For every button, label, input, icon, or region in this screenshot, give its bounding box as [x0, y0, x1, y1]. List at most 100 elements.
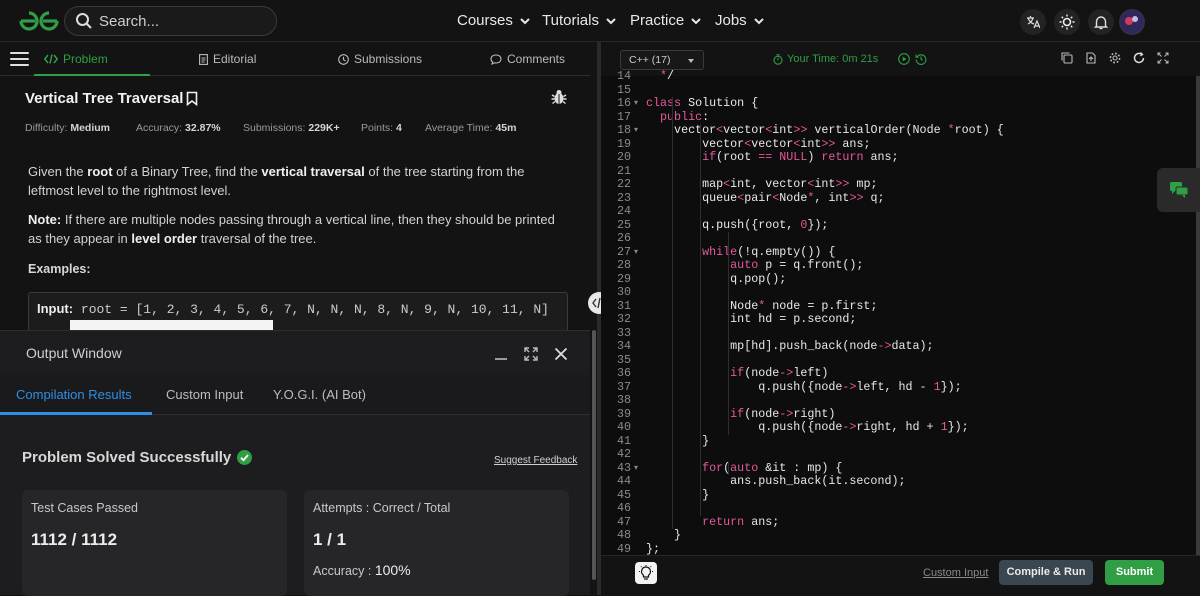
code-line[interactable]: 39 if(node->right)	[601, 407, 1200, 422]
nav-tutorials[interactable]: Tutorials	[542, 12, 617, 29]
line-number: 35	[616, 352, 631, 367]
code-line[interactable]: 31 Node* node = p.first;	[601, 299, 1200, 314]
code-line[interactable]: 32 int hd = p.second;	[601, 312, 1200, 327]
code-line[interactable]: 23 queue<pair<Node*, int>> q;	[601, 191, 1200, 206]
line-number: 48	[616, 528, 631, 542]
nav-jobs-label: Jobs	[715, 12, 747, 29]
tab-problem[interactable]: Problem	[44, 52, 108, 66]
code-line[interactable]: 26	[601, 231, 1200, 246]
code-line[interactable]: 24	[601, 204, 1200, 219]
code-line[interactable]: 47 return ans;	[601, 515, 1200, 530]
line-number: 29	[616, 271, 631, 286]
average-time-label: Average Time:	[425, 122, 493, 134]
code-line[interactable]: 18 ▾ vector<vector<int>> verticalOrder(No…	[601, 123, 1200, 138]
problem-description: Given the root of a Binary Tree, find th…	[28, 164, 525, 198]
code-line[interactable]: 14 */	[601, 69, 1200, 84]
code-line[interactable]: 27 ▾ while(!q.empty()) {	[601, 245, 1200, 260]
output-window-title: Output Window	[26, 345, 122, 361]
upload-file-icon[interactable]	[1085, 52, 1097, 64]
example-input-value: root = [1, 2, 3, 4, 5, 6, 7, N, N, N, 8,…	[73, 302, 549, 317]
gfg-logo-icon[interactable]	[18, 9, 60, 33]
expand-icon[interactable]	[524, 347, 538, 361]
theme-toggle-icon[interactable]	[1054, 9, 1080, 35]
bell-icon[interactable]	[1088, 9, 1114, 35]
nav-practice-label: Practice	[630, 12, 685, 29]
close-icon[interactable]	[554, 347, 568, 361]
code-line[interactable]: 38	[601, 393, 1200, 408]
code-line[interactable]: 19 vector<vector<int>> ans;	[601, 136, 1200, 152]
code-line[interactable]: 46	[601, 501, 1200, 516]
tab-submissions[interactable]: Submissions	[338, 52, 422, 66]
line-number: 38	[616, 393, 631, 407]
indent-guide	[672, 97, 674, 529]
line-number: 19	[616, 136, 631, 151]
code-line[interactable]: 40 q.push({node->right, hd + 1});	[601, 420, 1200, 435]
indent-guide	[728, 461, 730, 475]
code-line[interactable]: 29 q.pop();	[601, 271, 1200, 287]
code-line[interactable]: 41 }	[601, 434, 1200, 449]
output-scrollbar[interactable]	[592, 330, 596, 580]
code-line[interactable]: 44 ans.push_back(it.second);	[601, 474, 1200, 489]
compile-run-button[interactable]: Compile & Run	[999, 560, 1093, 585]
code-line[interactable]: 45 }	[601, 488, 1200, 503]
solved-status: Problem Solved Successfully	[22, 449, 253, 466]
settings-gear-icon[interactable]	[1109, 52, 1121, 64]
fullscreen-icon[interactable]	[1157, 52, 1169, 64]
tab-compilation-results[interactable]: Compilation Results	[16, 387, 132, 402]
minimize-icon[interactable]	[494, 347, 508, 361]
refresh-icon[interactable]	[1133, 52, 1145, 64]
accuracy-meta: Accuracy: 32.87%	[136, 122, 221, 134]
code-text: vector<vector<int>> ans;	[646, 136, 871, 151]
reset-timer-icon[interactable]	[915, 53, 927, 65]
nav-jobs[interactable]: Jobs	[715, 12, 765, 29]
bookmark-icon[interactable]	[186, 91, 198, 106]
submit-button[interactable]: Submit	[1105, 560, 1164, 585]
code-line[interactable]: 28 auto p = q.front();	[601, 258, 1200, 273]
nav-courses[interactable]: Courses	[457, 12, 531, 29]
code-line[interactable]: 48 }	[601, 528, 1200, 543]
code-line[interactable]: 22 map<int, vector<int>> mp;	[601, 177, 1200, 192]
timer: Your Time: 0m 21s	[773, 53, 927, 65]
code-line[interactable]: 17 public:	[601, 110, 1200, 125]
search-box[interactable]: Search...	[64, 6, 277, 36]
copy-icon[interactable]	[1061, 52, 1073, 64]
difficulty-value: Medium	[70, 122, 110, 134]
code-line[interactable]: 49};	[601, 542, 1200, 557]
avatar[interactable]	[1119, 9, 1145, 35]
code-line[interactable]: 25 q.push({root, 0});	[601, 218, 1200, 233]
bug-report-icon[interactable]	[550, 88, 568, 106]
fold-toggle-icon[interactable]: ▾	[634, 246, 638, 260]
code-line[interactable]: 43 ▾ for(auto &it : mp) {	[601, 461, 1200, 476]
code-line[interactable]: 36 if(node->left)	[601, 366, 1200, 381]
editor-scrollbar[interactable]	[1196, 76, 1200, 582]
nav-practice[interactable]: Practice	[630, 12, 702, 29]
code-line[interactable]: 37 q.push({node->left, hd - 1});	[601, 380, 1200, 395]
custom-input-link[interactable]: Custom Input	[923, 567, 988, 579]
code-line[interactable]: 42	[601, 447, 1200, 462]
code-line[interactable]: 34 mp[hd].push_back(node->data);	[601, 339, 1200, 354]
language-select[interactable]: C++ (17)	[620, 50, 704, 70]
code-line[interactable]: 30	[601, 285, 1200, 300]
tab-comments[interactable]: Comments	[490, 52, 565, 66]
tab-problem-label: Problem	[63, 52, 108, 66]
tab-custom-input[interactable]: Custom Input	[166, 387, 243, 402]
menu-icon[interactable]	[10, 52, 29, 67]
play-icon[interactable]	[898, 53, 911, 65]
chat-icon[interactable]	[1157, 168, 1200, 212]
translate-icon[interactable]	[1020, 9, 1046, 35]
code-line[interactable]: 16 ▾ class Solution {	[601, 96, 1200, 111]
code-line[interactable]: 33	[601, 326, 1200, 341]
lightbulb-hint-icon[interactable]	[635, 562, 657, 584]
fold-toggle-icon[interactable]: ▾	[634, 124, 638, 138]
code-line[interactable]: 21	[601, 164, 1200, 179]
code-line[interactable]: 15	[601, 83, 1200, 98]
code-line[interactable]: 35	[601, 352, 1200, 368]
fold-toggle-icon[interactable]: ▾	[634, 462, 638, 476]
clock-icon	[338, 53, 349, 65]
chevron-down-icon	[520, 17, 530, 24]
tab-editorial[interactable]: Editorial	[199, 52, 256, 66]
code-line[interactable]: 20 if(root == NULL) return ans;	[601, 150, 1200, 165]
suggest-feedback-link[interactable]: Suggest Feedback	[494, 455, 577, 466]
fold-toggle-icon[interactable]: ▾	[634, 97, 638, 111]
tab-yogi-ai-bot[interactable]: Y.O.G.I. (AI Bot)	[273, 387, 366, 402]
